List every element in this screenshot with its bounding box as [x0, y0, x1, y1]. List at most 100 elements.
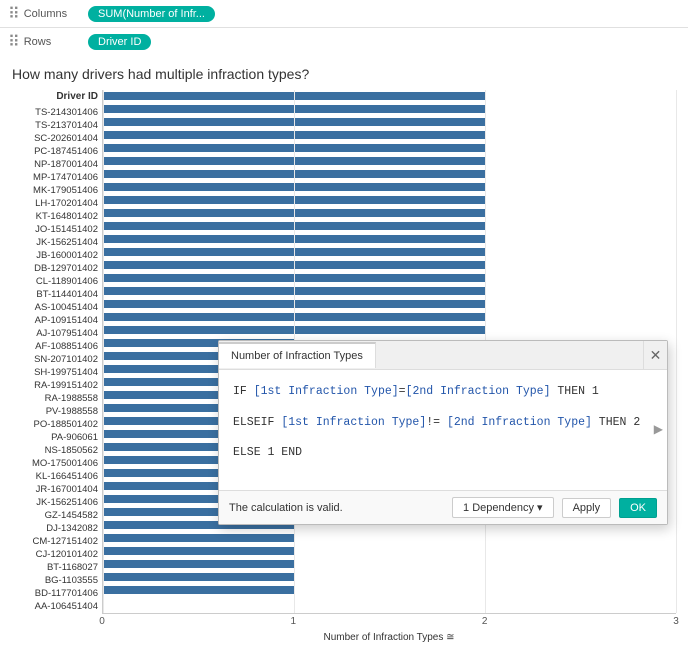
columns-label-group: ⠿ Columns: [8, 4, 88, 24]
bar-row: [103, 246, 676, 257]
columns-label: Columns: [24, 8, 67, 20]
bar-row: [103, 324, 676, 335]
bar-row: [103, 194, 676, 205]
y-axis-label: JK-156251406: [12, 497, 102, 508]
y-axis-label: BT-1168027: [12, 562, 102, 573]
bar-row: [103, 155, 676, 166]
bar-row: [103, 181, 676, 192]
y-axis-label: CJ-120101402: [12, 549, 102, 560]
bar: [103, 560, 294, 568]
y-axis-label: SC-202601404: [12, 133, 102, 144]
y-axis-label: PC-187451406: [12, 146, 102, 157]
scroll-arrow-icon: ▶: [654, 419, 663, 441]
y-axis-label: RA-1988558: [12, 393, 102, 404]
y-axis-label: PV-1988558: [12, 406, 102, 417]
x-axis-label: 1: [291, 616, 297, 627]
bar-row: [103, 285, 676, 296]
y-axis-label: TS-213701404: [12, 120, 102, 131]
bar: [103, 573, 294, 581]
x-axis-label: 2: [482, 616, 488, 627]
rows-dots-icon: ⠿: [8, 32, 20, 52]
x-axis-row: 0 1 2 3: [102, 614, 676, 630]
bar: [103, 547, 294, 555]
bar-row: [103, 571, 676, 582]
bar-row: [103, 311, 676, 322]
apply-button[interactable]: Apply: [562, 498, 612, 518]
dependency-button[interactable]: 1 Dependency ▾: [452, 497, 554, 518]
code-line-if: IF [1st Infraction Type]=[2nd Infraction…: [233, 382, 653, 403]
y-axis-label: JB-160001402: [12, 250, 102, 261]
ok-button[interactable]: OK: [619, 498, 657, 518]
rows-pill[interactable]: Driver ID: [88, 34, 151, 50]
modal-header: Number of Infraction Types ✕: [219, 341, 667, 370]
y-axis-label: KT-164801402: [12, 211, 102, 222]
bar-row: [103, 142, 676, 153]
bar-row: [103, 207, 676, 218]
y-axis-label: AS-100451404: [12, 302, 102, 313]
modal-status-text: The calculation is valid.: [229, 502, 444, 514]
y-axis-label: MP-174701406: [12, 172, 102, 183]
rows-label: Rows: [24, 36, 52, 48]
bar-row: [103, 129, 676, 140]
modal-body: IF [1st Infraction Type]=[2nd Infraction…: [219, 370, 667, 490]
columns-row: ⠿ Columns SUM(Number of Infr...: [0, 0, 688, 28]
bar-row: [103, 233, 676, 244]
y-axis-label: RA-199151402: [12, 380, 102, 391]
code-line-else: ELSE 1 END: [233, 443, 653, 464]
modal-footer: The calculation is valid. 1 Dependency ▾…: [219, 490, 667, 524]
bar-row: [103, 532, 676, 543]
close-icon[interactable]: ✕: [643, 341, 667, 369]
y-axis-label: AP-109151404: [12, 315, 102, 326]
bar-row: [103, 545, 676, 556]
y-axis-label: TS-214301406: [12, 107, 102, 118]
y-axis-label: BG-1103555: [12, 575, 102, 586]
columns-pill[interactable]: SUM(Number of Infr...: [88, 6, 215, 22]
y-axis-label: SH-199751404: [12, 367, 102, 378]
bar-row: [103, 220, 676, 231]
y-axis-label: PO-188501402: [12, 419, 102, 430]
y-axis-label: KL-166451406: [12, 471, 102, 482]
y-axis-label: NS-1850562: [12, 445, 102, 456]
calculation-modal[interactable]: Number of Infraction Types ✕ IF [1st Inf…: [218, 340, 668, 525]
bar-row: [103, 259, 676, 270]
y-axis-label: BD-117701406: [12, 588, 102, 599]
bar-row: [103, 116, 676, 127]
toolbar: ⠿ Columns SUM(Number of Infr... ⠿ Rows D…: [0, 0, 688, 56]
chart-title: How many drivers had multiple infraction…: [12, 66, 676, 82]
bar: [103, 586, 294, 594]
grid-line: [103, 90, 104, 613]
y-axis-label: LH-170201404: [12, 198, 102, 209]
y-axis-label: AJ-107951404: [12, 328, 102, 339]
bar-row: [103, 168, 676, 179]
modal-tab[interactable]: Number of Infraction Types: [219, 342, 376, 368]
x-axis-label: 3: [673, 616, 679, 627]
columns-dots-icon: ⠿: [8, 4, 20, 24]
y-axis: Driver ID TS-214301406 TS-213701404 SC-202…: [12, 90, 102, 614]
y-axis-label: MO-175001406: [12, 458, 102, 469]
bar-row: [103, 103, 676, 114]
rows-row: ⠿ Rows Driver ID: [0, 28, 688, 56]
y-axis-label: DB-129701402: [12, 263, 102, 274]
code-line-elseif: ELSEIF [1st Infraction Type]!= [2nd Infr…: [233, 413, 653, 434]
y-axis-label: GZ-1454582: [12, 510, 102, 521]
y-axis-label: AF-108851406: [12, 341, 102, 352]
x-axis-label: 0: [99, 616, 105, 627]
y-axis-label: MK-179051406: [12, 185, 102, 196]
y-axis-label: BT-114401404: [12, 289, 102, 300]
y-axis-header: Driver ID: [12, 90, 102, 104]
y-axis-label: JR-167001404: [12, 484, 102, 495]
bar-row: [103, 584, 676, 595]
rows-label-group: ⠿ Rows: [8, 32, 88, 52]
bar: [103, 534, 294, 542]
x-axis-title: Number of Infraction Types ≅: [102, 632, 676, 643]
y-axis-label: JO-151451402: [12, 224, 102, 235]
bar-row: [103, 90, 676, 101]
y-axis-label: JK-156251404: [12, 237, 102, 248]
bar-row: [103, 298, 676, 309]
y-axis-label: AA-106451404: [12, 601, 102, 612]
y-axis-label: SN-207101402: [12, 354, 102, 365]
bar-row: [103, 272, 676, 283]
grid-line: [676, 90, 677, 613]
y-axis-label: DJ-1342082: [12, 523, 102, 534]
y-axis-label: NP-187001404: [12, 159, 102, 170]
